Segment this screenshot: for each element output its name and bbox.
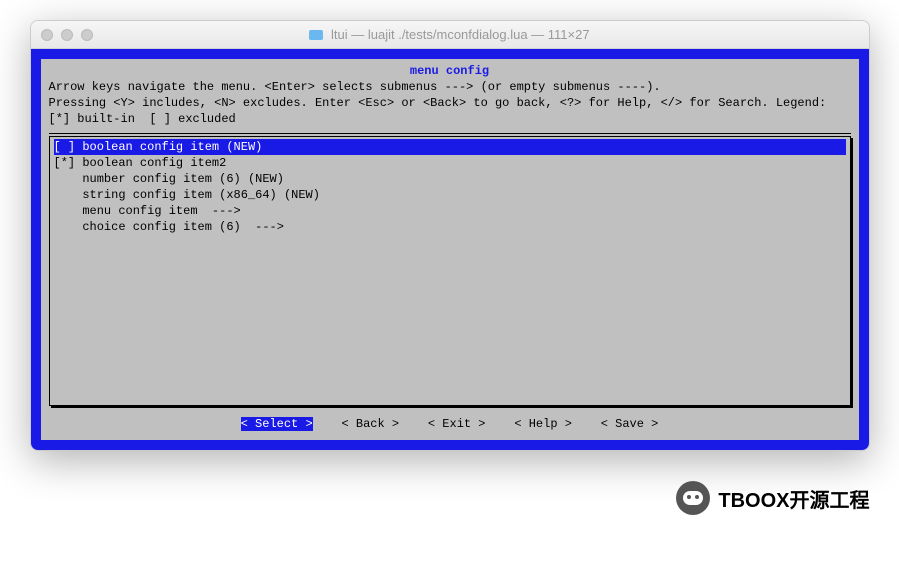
zoom-icon[interactable] bbox=[81, 29, 93, 41]
menu-item-menu[interactable]: menu config item ---> bbox=[54, 203, 846, 219]
watermark-text: TBOOX开源工程 bbox=[718, 484, 869, 513]
menu-item-boolean1[interactable]: [ ] boolean config item (NEW) bbox=[54, 139, 846, 155]
watermark: TBOOX开源工程 bbox=[30, 481, 870, 515]
app-window: ltui — luajit ./tests/mconfdialog.lua — … bbox=[30, 20, 870, 451]
menu-item-string[interactable]: string config item (x86_64) (NEW) bbox=[54, 187, 846, 203]
save-button[interactable]: < Save > bbox=[601, 417, 659, 431]
dialog-help-text: Arrow keys navigate the menu. <Enter> se… bbox=[49, 79, 851, 127]
exit-button[interactable]: < Exit > bbox=[428, 417, 486, 431]
separator bbox=[49, 133, 851, 134]
select-button[interactable]: < Select > bbox=[241, 417, 313, 431]
menu-item-choice[interactable]: choice config item (6) ---> bbox=[54, 219, 846, 235]
titlebar: ltui — luajit ./tests/mconfdialog.lua — … bbox=[31, 21, 869, 49]
dialog-title: menu config bbox=[49, 63, 851, 79]
help-button[interactable]: < Help > bbox=[514, 417, 572, 431]
window-title: ltui — luajit ./tests/mconfdialog.lua — … bbox=[31, 27, 869, 42]
menu-list[interactable]: [ ] boolean config item (NEW) [*] boolea… bbox=[49, 136, 851, 406]
back-button[interactable]: < Back > bbox=[341, 417, 399, 431]
folder-icon bbox=[309, 30, 323, 40]
menu-item-number[interactable]: number config item (6) (NEW) bbox=[54, 171, 846, 187]
button-row: < Select > < Back > < Exit > < Help > < … bbox=[49, 416, 851, 432]
mconf-dialog: menu config Arrow keys navigate the menu… bbox=[41, 59, 859, 440]
minimize-icon[interactable] bbox=[61, 29, 73, 41]
traffic-lights bbox=[41, 29, 93, 41]
menu-item-boolean2[interactable]: [*] boolean config item2 bbox=[54, 155, 846, 171]
terminal-area: menu config Arrow keys navigate the menu… bbox=[31, 49, 869, 450]
close-icon[interactable] bbox=[41, 29, 53, 41]
wechat-icon bbox=[676, 481, 710, 515]
window-title-text: ltui — luajit ./tests/mconfdialog.lua — … bbox=[331, 27, 590, 42]
